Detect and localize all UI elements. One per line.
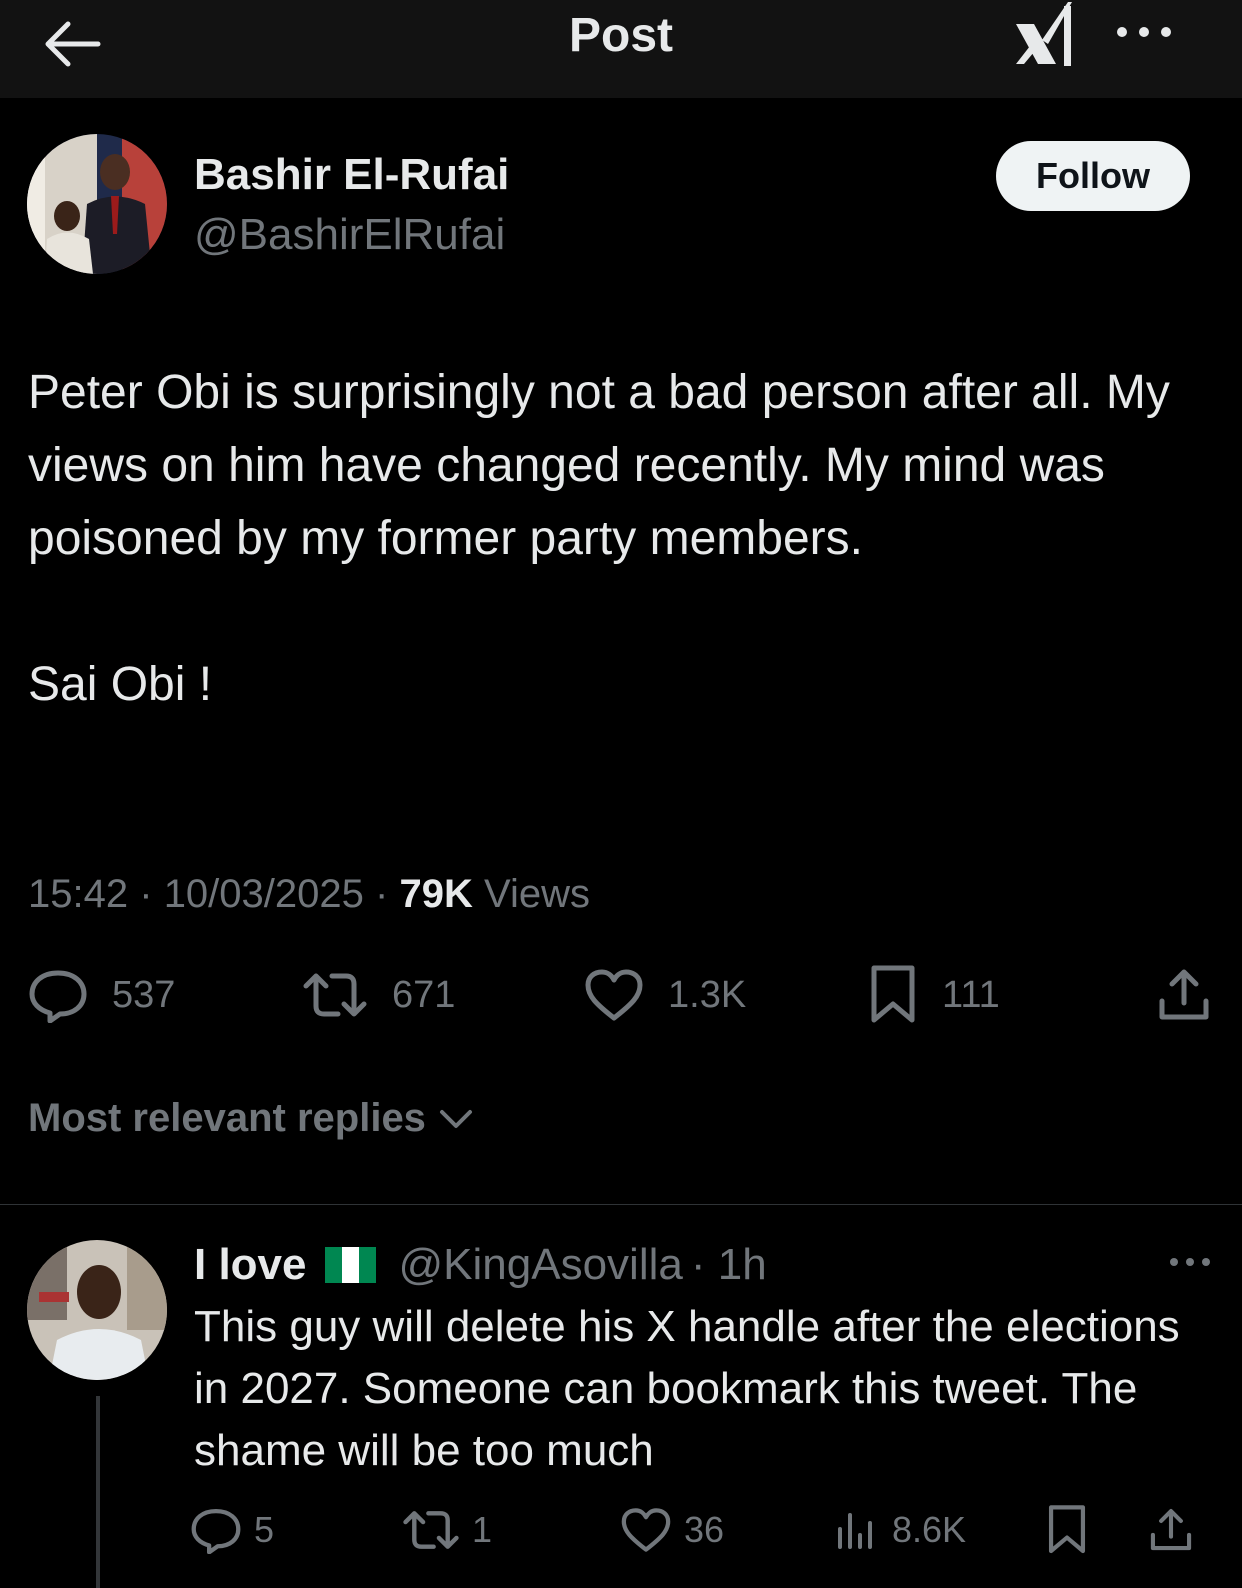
bookmark-count: 111: [942, 973, 1000, 1016]
bookmark-icon: [871, 965, 915, 1023]
reply-icon: [29, 970, 87, 1023]
post-paragraph: Sai Obi !: [28, 658, 213, 711]
replies-sort-label: Most relevant replies: [28, 1096, 426, 1140]
bookmark-button[interactable]: 111: [868, 960, 1000, 1030]
heart-icon: [621, 1508, 671, 1552]
reply-icon: [191, 1509, 241, 1554]
reply-views-count: 8.6K: [892, 1509, 967, 1550]
like-button[interactable]: 1.3K: [584, 960, 746, 1030]
repost-icon: [403, 1511, 459, 1549]
reply-text: This guy will delete his X handle after …: [194, 1302, 1180, 1475]
views-label: Views: [483, 872, 590, 916]
post-date: 10/03/2025: [163, 872, 364, 916]
analytics-icon: [838, 1513, 872, 1549]
reply-reply-count: 5: [254, 1509, 275, 1550]
chevron-down-icon: [439, 1109, 472, 1128]
reply-like-button[interactable]: 36: [620, 1500, 724, 1560]
post-actions: 537 671 1.3K 111: [0, 960, 1242, 1030]
reply-author-name[interactable]: I love: [194, 1240, 307, 1290]
reply-reply-button[interactable]: 5: [190, 1500, 274, 1560]
author-handle[interactable]: @BashirElRufai: [194, 210, 505, 260]
repost-count: 671: [392, 973, 456, 1016]
more-horizontal-icon: [1170, 1258, 1210, 1266]
author-avatar[interactable]: [27, 134, 167, 274]
post-paragraph: Peter Obi is surprisingly not a bad pers…: [28, 366, 1170, 565]
reply-like-count: 36: [684, 1509, 725, 1550]
grok-button[interactable]: [1012, 0, 1082, 70]
share-icon: [1159, 969, 1209, 1020]
repost-button[interactable]: 671: [302, 960, 455, 1030]
heart-icon: [585, 969, 643, 1021]
reply-repost-count: 1: [472, 1509, 493, 1550]
meta-separator: ·: [139, 872, 153, 916]
reply-views-button[interactable]: 8.6K: [834, 1500, 966, 1560]
share-icon: [1150, 1509, 1192, 1551]
post-time: 15:42: [28, 872, 129, 916]
nigeria-flag-icon: [324, 1247, 377, 1283]
reply-time: · 1h: [690, 1240, 767, 1289]
repost-icon: [303, 973, 367, 1017]
reply-count: 537: [112, 973, 176, 1016]
reply-more-button[interactable]: [1168, 1254, 1212, 1270]
top-bar: Post: [0, 0, 1242, 98]
replies-sort-dropdown[interactable]: Most relevant replies: [28, 1096, 476, 1141]
reply-actions: 5 1 36 8.6K: [0, 1500, 1242, 1560]
post-meta: 15:42 · 10/03/2025 · 79K Views: [28, 872, 590, 917]
meta-separator: ·: [375, 872, 389, 916]
reply-avatar[interactable]: [27, 1240, 167, 1380]
views-count[interactable]: 79K: [399, 872, 472, 916]
divider: [0, 1204, 1242, 1205]
share-button[interactable]: [1156, 960, 1236, 1030]
grok-icon: [1016, 2, 1072, 66]
reply-author-handle[interactable]: @KingAsovilla: [399, 1240, 683, 1290]
reply-header: I love @KingAsovilla · 1h: [194, 1240, 767, 1290]
post-text: Peter Obi is surprisingly not a bad pers…: [28, 356, 1218, 721]
reply-bookmark-button[interactable]: [1046, 1500, 1100, 1560]
more-horizontal-icon: [1117, 27, 1171, 37]
more-options-button[interactable]: [1114, 18, 1174, 48]
follow-button[interactable]: Follow: [996, 141, 1190, 211]
reply-share-button[interactable]: [1148, 1500, 1206, 1560]
bookmark-icon: [1048, 1505, 1086, 1554]
like-count: 1.3K: [668, 973, 747, 1016]
reply-repost-button[interactable]: 1: [402, 1500, 492, 1560]
reply-button[interactable]: 537: [28, 960, 175, 1030]
author-name[interactable]: Bashir El-Rufai: [194, 150, 509, 200]
